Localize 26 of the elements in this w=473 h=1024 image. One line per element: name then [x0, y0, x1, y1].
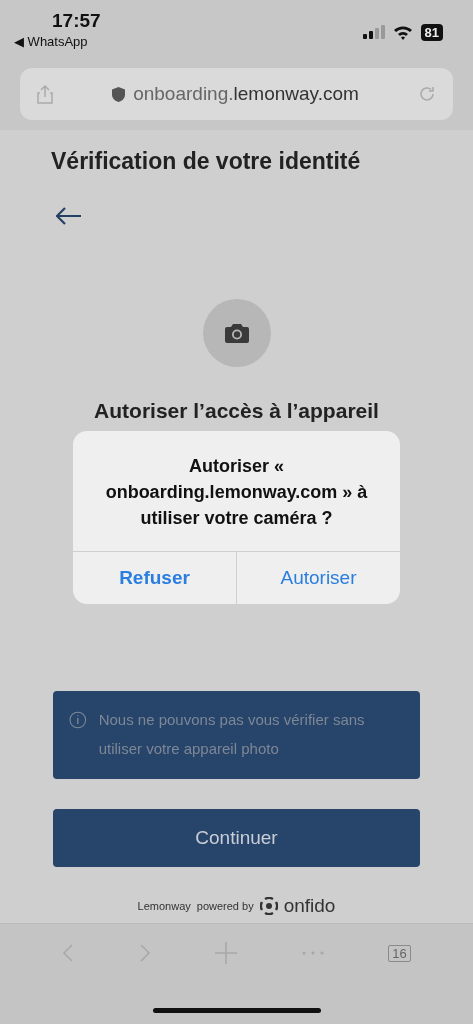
section-heading: Autoriser l’accès à l’appareil: [93, 399, 380, 423]
deny-button[interactable]: Refuser: [73, 552, 236, 604]
shield-icon: [112, 86, 126, 102]
powered-by-text: powered by: [196, 900, 254, 912]
page-title: Vérification de votre identité: [51, 148, 362, 175]
back-icon[interactable]: [62, 943, 75, 963]
wifi-icon: [392, 24, 413, 40]
dialog-message: Autoriser « onboarding.lemonway.com » à utiliser votre caméra ?: [104, 455, 369, 530]
signal-icon: [362, 25, 385, 39]
share-icon[interactable]: [36, 84, 54, 104]
url-text: onboarding.lemonway.com: [133, 83, 359, 105]
tabs-button[interactable]: 16: [388, 944, 411, 962]
provider-logo-icon: [259, 897, 278, 915]
allow-button[interactable]: Autoriser: [236, 552, 400, 604]
address-bar[interactable]: onboarding.lemonway.com: [20, 68, 453, 120]
brand-name: Lemonway: [137, 900, 191, 912]
continue-button[interactable]: Continuer: [53, 809, 420, 867]
forward-icon[interactable]: [138, 943, 151, 963]
new-tab-icon[interactable]: [215, 942, 238, 964]
back-to-app-link[interactable]: ◀ WhatsApp: [14, 34, 88, 49]
status-time: 17:57: [52, 10, 101, 32]
info-text: Nous ne pouvons pas vous vérifier sans utiliser votre appareil photo: [98, 710, 366, 759]
back-arrow-icon[interactable]: [56, 207, 82, 225]
battery-indicator: 81: [420, 23, 443, 41]
provider-name: onfido: [283, 895, 336, 917]
reload-icon[interactable]: [417, 84, 437, 104]
